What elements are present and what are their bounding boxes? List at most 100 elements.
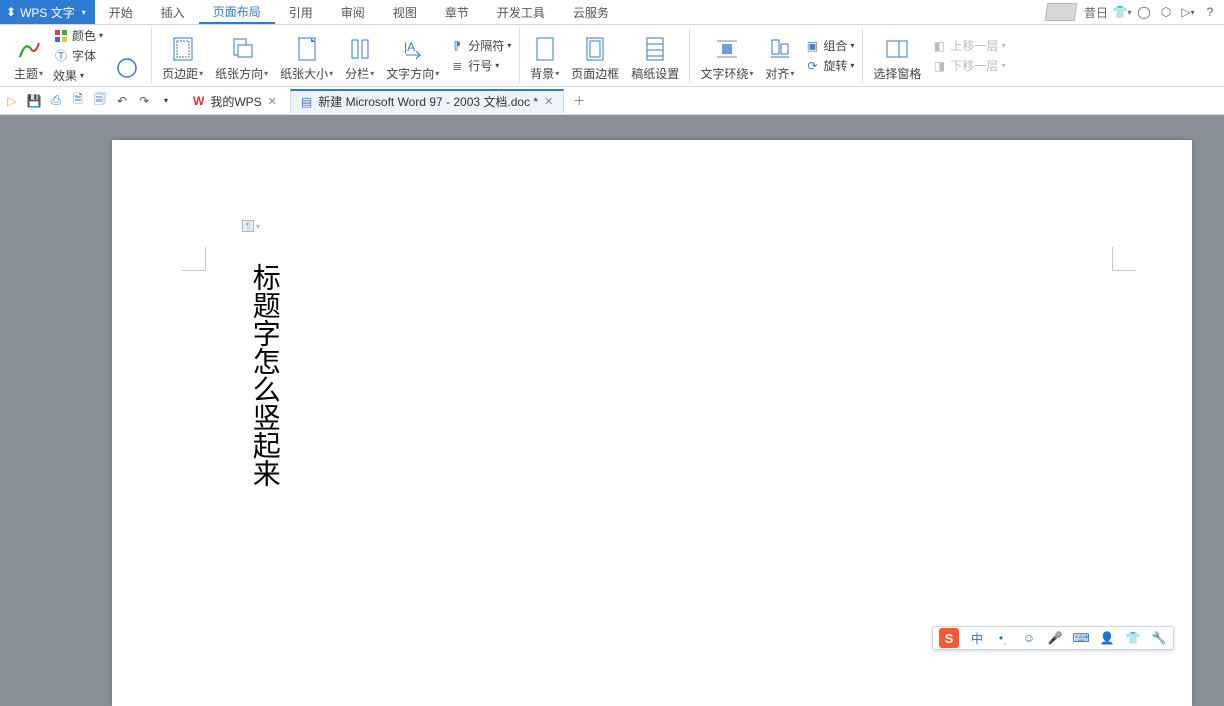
ime-user-icon[interactable]: 👤 <box>1099 630 1115 646</box>
rotate-icon: ⟳ <box>804 58 820 74</box>
add-tab-button[interactable]: ＋ <box>570 92 588 110</box>
paragraph-caret-icon: ▾ <box>256 222 260 231</box>
tab-document-label: 新建 Microsoft Word 97 - 2003 文档.doc * <box>318 93 538 110</box>
ime-settings-icon[interactable]: 🔧 <box>1151 630 1167 646</box>
circle2-icon[interactable]: ▷▾ <box>1180 4 1196 20</box>
font-circle-icon: Ⓣ <box>53 48 69 64</box>
ime-voice-icon[interactable]: 🎤 <box>1047 630 1063 646</box>
orientation-icon <box>228 35 256 63</box>
fonteffect-font-button[interactable]: Ⓣ 字体 <box>51 47 105 65</box>
line-number-label: 行号 <box>468 57 492 74</box>
color-button[interactable]: 颜色▾ <box>51 27 105 45</box>
open-icon[interactable]: ▷ <box>4 93 20 109</box>
app-menu-caret-icon[interactable]: ▾ <box>79 8 89 17</box>
selection-pane-label: 选择窗格 <box>873 65 921 82</box>
menu-devtools[interactable]: 开发工具 <box>483 0 559 24</box>
document-page[interactable]: ¶ ▾ 标题字怎么竖起来 <box>112 140 1192 706</box>
menu-cloud[interactable]: 云服务 <box>559 0 623 24</box>
ime-skin-icon[interactable]: 👕 <box>1125 630 1141 646</box>
redo-icon[interactable]: ↷ <box>136 93 152 109</box>
margins-button[interactable]: 页边距▾ <box>158 28 207 84</box>
align-label: 对齐 <box>765 65 789 82</box>
svg-text:|A: |A <box>404 40 415 54</box>
skin-icon[interactable]: 👕▾ <box>1114 4 1130 20</box>
menu-insert[interactable]: 插入 <box>147 0 199 24</box>
doc-tab-icon: ▤ <box>301 95 312 109</box>
orientation-button[interactable]: 纸张方向▾ <box>211 28 272 84</box>
bring-forward-icon: ◧ <box>931 38 947 54</box>
shield-icon[interactable]: ⬡ <box>1158 4 1174 20</box>
separator-icon: ⁋ <box>449 38 465 54</box>
ime-lang-label[interactable]: 中 <box>969 630 985 646</box>
help-icon[interactable]: ? <box>1202 4 1218 20</box>
print-preview-icon[interactable]: 🗎 <box>70 93 86 109</box>
paragraph-mark[interactable]: ¶ ▾ <box>242 220 260 232</box>
menu-start[interactable]: 开始 <box>95 0 147 24</box>
fonteffect-effect-button[interactable]: 效果▾ <box>51 67 105 85</box>
ribbon-group-theme: 主题▾ 颜色▾ Ⓣ 字体 效果▾ <box>4 27 152 84</box>
text-wrap-icon <box>713 35 741 63</box>
export-icon[interactable]: 🗐 <box>92 93 108 109</box>
theme-button[interactable]: 主题▾ <box>10 28 47 84</box>
bring-forward-button[interactable]: ◧ 上移一层▾ <box>929 37 1007 55</box>
text-wrap-button[interactable]: 文字环绕▾ <box>696 28 757 84</box>
align-icon <box>766 35 794 63</box>
align-button[interactable]: 对齐▾ <box>761 28 798 84</box>
separator-button[interactable]: ⁋ 分隔符▾ <box>447 37 513 55</box>
circle1-icon[interactable]: ◯ <box>1136 4 1152 20</box>
margins-icon <box>169 35 197 63</box>
ime-punct-icon[interactable]: •ˌ <box>995 630 1011 646</box>
circle-shape-button[interactable] <box>109 28 145 84</box>
document-vertical-title[interactable]: 标题字怎么竖起来 <box>248 263 279 487</box>
document-tab-row: ▷ 💾 ⎙ 🗎 🗐 ↶ ↷ ▾ W 我的WPS ✕ ▤ 新建 Microsoft… <box>0 87 1224 115</box>
group-button[interactable]: ▣ 组合▾ <box>802 37 856 55</box>
ime-toolbar[interactable]: S 中 •ˌ ☺ 🎤 ⌨ 👤 👕 🔧 <box>932 626 1174 650</box>
tab-close-icon[interactable]: ✕ <box>544 95 553 108</box>
undo-icon[interactable]: ↶ <box>114 93 130 109</box>
line-number-button[interactable]: ≣ 行号▾ <box>447 57 513 75</box>
tab-document[interactable]: ▤ 新建 Microsoft Word 97 - 2003 文档.doc * ✕ <box>290 89 564 113</box>
ribbon-group-page-bg: 背景▾ 页面边框 稿纸设置 <box>520 27 690 84</box>
rotate-button[interactable]: ⟳ 旋转▾ <box>802 57 856 75</box>
selection-pane-button[interactable]: 选择窗格 <box>869 28 925 84</box>
ime-keyboard-icon[interactable]: ⌨ <box>1073 630 1089 646</box>
menu-review[interactable]: 审阅 <box>327 0 379 24</box>
paragraph-box-icon: ¶ <box>242 220 254 232</box>
menu-view[interactable]: 视图 <box>379 0 431 24</box>
text-direction-icon: |A <box>399 35 427 63</box>
background-label: 背景 <box>530 65 554 82</box>
menu-section[interactable]: 章节 <box>431 0 483 24</box>
menu-page-layout[interactable]: 页面布局 <box>199 0 275 24</box>
qa-overflow-icon[interactable]: ▾ <box>158 93 174 109</box>
tab-my-wps[interactable]: W 我的WPS ✕ <box>182 89 288 113</box>
save-icon[interactable]: 💾 <box>26 93 42 109</box>
paper-size-button[interactable]: 纸张大小▾ <box>276 28 337 84</box>
background-button[interactable]: 背景▾ <box>526 28 563 84</box>
background-icon <box>531 35 559 63</box>
menu-references[interactable]: 引用 <box>275 0 327 24</box>
tab-close-icon[interactable]: ✕ <box>268 95 277 108</box>
send-backward-icon: ◨ <box>931 58 947 74</box>
margin-corner-tl-icon <box>182 247 206 271</box>
send-backward-button[interactable]: ◨ 下移一层▾ <box>929 57 1007 75</box>
columns-icon <box>346 35 374 63</box>
draft-paper-button[interactable]: 稿纸设置 <box>627 28 683 84</box>
send-backward-label: 下移一层 <box>950 57 998 74</box>
page-border-icon <box>581 35 609 63</box>
print-icon[interactable]: ⎙ <box>48 93 64 109</box>
app-name: WPS 文字 <box>20 4 75 21</box>
separator-label: 分隔符 <box>468 37 504 54</box>
theme-label: 主题 <box>14 65 38 82</box>
page-border-button[interactable]: 页面边框 <box>567 28 623 84</box>
text-direction-button[interactable]: |A 文字方向▾ <box>382 28 443 84</box>
color-icon <box>53 28 69 44</box>
user-thumb-icon[interactable] <box>1045 3 1078 21</box>
text-direction-label: 文字方向 <box>386 65 434 82</box>
ribbon-group-page-setup: 页边距▾ 纸张方向▾ 纸张大小▾ 分栏▾ |A 文字方向▾ ⁋ 分隔符▾ ≣ 行… <box>152 27 520 84</box>
ime-emoji-icon[interactable]: ☺ <box>1021 630 1037 646</box>
workspace: ¶ ▾ 标题字怎么竖起来 S 中 •ˌ ☺ 🎤 ⌨ 👤 👕 🔧 <box>0 115 1224 706</box>
app-brand[interactable]: ⬍ WPS 文字 ▾ <box>0 0 95 24</box>
columns-button[interactable]: 分栏▾ <box>341 28 378 84</box>
sogou-logo-icon[interactable]: S <box>939 628 959 648</box>
bring-forward-label: 上移一层 <box>950 37 998 54</box>
